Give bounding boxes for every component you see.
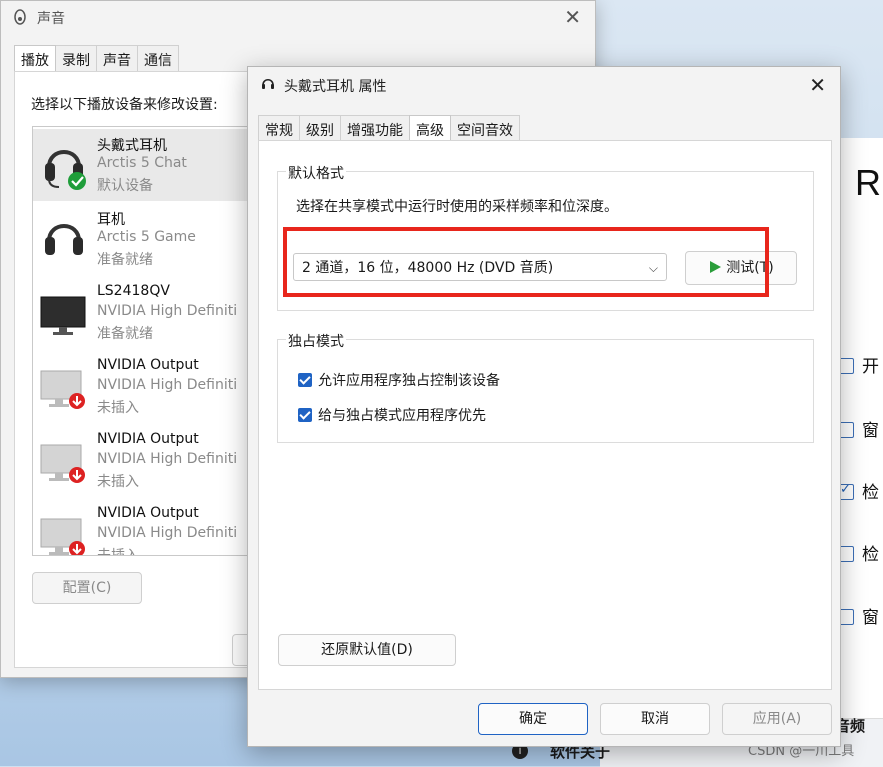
- exclusive-priority-checkbox[interactable]: 给与独占模式应用程序优先: [298, 405, 486, 425]
- monitor-icon: [39, 285, 89, 339]
- test-button-label: 测试(T): [726, 260, 774, 276]
- exclusive-mode-title: 独占模式: [286, 331, 346, 351]
- device-item-ls2418qv[interactable]: LS2418QV NVIDIA High Definiti 准备就绪: [33, 277, 273, 349]
- default-format-group: 默认格式 选择在共享模式中运行时使用的采样频率和位深度。: [277, 163, 814, 311]
- tab-sounds[interactable]: 声音: [96, 45, 138, 71]
- monitor-unplugged-icon: [39, 433, 89, 487]
- tab-communications[interactable]: 通信: [137, 45, 179, 71]
- playback-device-list[interactable]: 头戴式耳机 Arctis 5 Chat 默认设备 耳机 Arctis 5 Gam…: [32, 126, 274, 556]
- tab-advanced[interactable]: 高级: [409, 115, 451, 143]
- device-description: Arctis 5 Chat: [97, 155, 187, 171]
- device-item-nvidia-output-3[interactable]: NVIDIA Output NVIDIA High Definiti 未插入: [33, 499, 273, 556]
- device-name: NVIDIA Output: [97, 505, 199, 521]
- headset-icon: [260, 75, 276, 95]
- default-format-description: 选择在共享模式中运行时使用的采样频率和位深度。: [296, 199, 618, 215]
- sample-format-select[interactable]: 2 通道，16 位，48000 Hz (DVD 音质) ⌵: [293, 253, 667, 281]
- configure-button[interactable]: 配置(C): [32, 572, 142, 604]
- allow-exclusive-checkbox[interactable]: 允许应用程序独占控制该设备: [298, 370, 500, 390]
- device-status: 准备就绪: [97, 252, 153, 268]
- restore-defaults-button[interactable]: 还原默认值(D): [278, 634, 456, 666]
- device-name: NVIDIA Output: [97, 431, 199, 447]
- advanced-panel: 默认格式 选择在共享模式中运行时使用的采样频率和位深度。 独占模式 允许应用程序…: [258, 140, 832, 690]
- device-name: NVIDIA Output: [97, 357, 199, 373]
- exclusive-mode-group: 独占模式 允许应用程序独占控制该设备 给与独占模式应用程序优先: [277, 331, 814, 443]
- sound-titlebar[interactable]: 声音 ✕: [1, 1, 595, 33]
- ok-button[interactable]: 确定: [478, 703, 588, 735]
- device-description: NVIDIA High Definiti: [97, 451, 238, 467]
- play-icon: [710, 261, 722, 273]
- background-option-2[interactable]: 窗: [838, 416, 879, 441]
- cancel-button[interactable]: 取消: [600, 703, 710, 735]
- checkbox-checked-icon[interactable]: [298, 373, 312, 387]
- device-name: 耳机: [97, 212, 125, 228]
- device-status: 未插入: [97, 400, 139, 416]
- device-item-headset[interactable]: 头戴式耳机 Arctis 5 Chat 默认设备: [33, 129, 273, 201]
- checkbox-checked-icon[interactable]: [298, 408, 312, 422]
- device-status: 未插入: [97, 474, 139, 490]
- playback-prompt: 选择以下播放设备来修改设置:: [31, 97, 218, 113]
- sound-tabs: 播放 录制 声音 通信: [14, 45, 179, 73]
- test-button[interactable]: 测试(T): [685, 251, 797, 285]
- background-option-5[interactable]: 窗: [838, 603, 879, 628]
- background-option-4[interactable]: 检: [838, 540, 879, 565]
- device-item-headphones[interactable]: 耳机 Arctis 5 Game 准备就绪: [33, 203, 273, 275]
- device-status: 默认设备: [97, 178, 153, 194]
- device-name: 头戴式耳机: [97, 138, 167, 154]
- monitor-unplugged-icon: [39, 359, 89, 413]
- tab-levels[interactable]: 级别: [299, 115, 341, 141]
- device-name: LS2418QV: [97, 283, 170, 299]
- device-description: NVIDIA High Definiti: [97, 303, 238, 319]
- default-format-title: 默认格式: [286, 163, 346, 183]
- device-status: 准备就绪: [97, 326, 153, 342]
- tab-general[interactable]: 常规: [258, 115, 300, 141]
- background-app-heading: R: [855, 162, 881, 203]
- headphones-icon: [39, 211, 89, 265]
- background-option-3[interactable]: 检: [838, 478, 879, 503]
- sample-format-value: 2 通道，16 位，48000 Hz (DVD 音质): [302, 260, 554, 276]
- tab-recording[interactable]: 录制: [55, 45, 97, 71]
- properties-close-icon[interactable]: ✕: [809, 73, 826, 97]
- headset-icon: [39, 137, 89, 191]
- tab-playback[interactable]: 播放: [14, 45, 56, 73]
- monitor-unplugged-icon: [39, 507, 89, 555]
- sound-close-icon[interactable]: ✕: [564, 5, 581, 29]
- properties-title: 头戴式耳机 属性: [284, 79, 387, 95]
- device-status: 未插入: [97, 548, 139, 556]
- chevron-down-icon: ⌵: [648, 261, 658, 275]
- properties-titlebar[interactable]: 头戴式耳机 属性 ✕: [248, 67, 840, 99]
- background-option-1[interactable]: 开: [838, 352, 879, 377]
- device-item-nvidia-output-1[interactable]: NVIDIA Output NVIDIA High Definiti 未插入: [33, 351, 273, 423]
- apply-button[interactable]: 应用(A): [722, 703, 832, 735]
- speaker-icon: [13, 9, 27, 29]
- device-description: NVIDIA High Definiti: [97, 377, 238, 393]
- sound-window-title: 声音: [37, 11, 65, 27]
- tab-enhancements[interactable]: 增强功能: [340, 115, 410, 141]
- properties-tabs: 常规 级别 增强功能 高级 空间音效: [258, 115, 520, 143]
- device-description: NVIDIA High Definiti: [97, 525, 238, 541]
- device-item-nvidia-output-2[interactable]: NVIDIA Output NVIDIA High Definiti 未插入: [33, 425, 273, 497]
- device-description: Arctis 5 Game: [97, 229, 196, 245]
- tab-spatial-sound[interactable]: 空间音效: [450, 115, 520, 141]
- headset-properties-dialog: 头戴式耳机 属性 ✕ 常规 级别 增强功能 高级 空间音效 默认格式 选择在共享…: [247, 66, 841, 747]
